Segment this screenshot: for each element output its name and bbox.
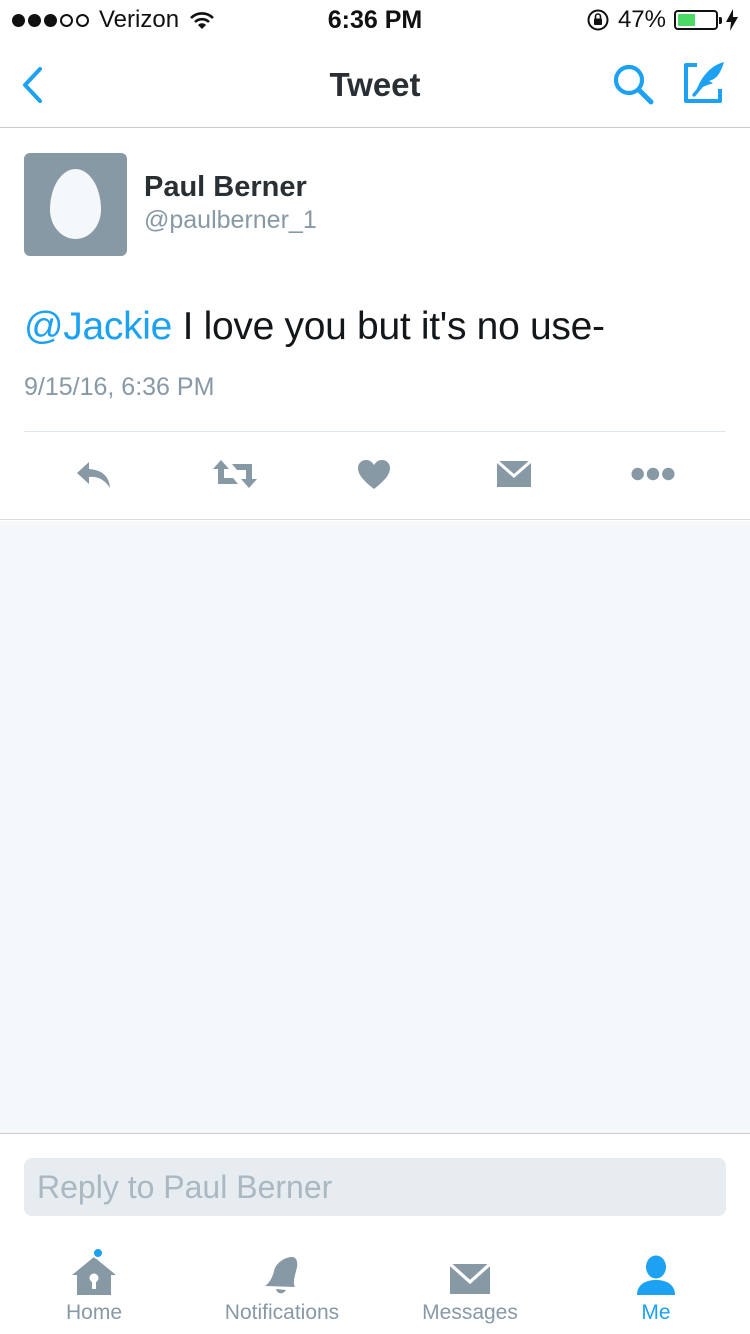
person-icon xyxy=(637,1255,675,1295)
mention-link[interactable]: @Jackie xyxy=(24,305,172,348)
tab-notifications[interactable]: Notifications xyxy=(212,1233,352,1334)
direct-message-icon xyxy=(496,459,532,487)
envelope-icon xyxy=(448,1262,492,1294)
charging-bolt-icon xyxy=(726,9,738,31)
tab-label: Me xyxy=(641,1301,671,1324)
tab-label: Messages xyxy=(422,1301,518,1324)
more-icon xyxy=(631,467,675,481)
tab-messages[interactable]: Messages xyxy=(410,1233,530,1334)
reply-icon xyxy=(77,462,110,488)
tab-bar: Home Notifications Messages Me xyxy=(0,1233,750,1334)
tweet-text: @Jackie I love you but it's no use- xyxy=(24,305,605,349)
like-button[interactable] xyxy=(352,454,396,494)
like-icon xyxy=(358,460,390,489)
retweet-icon xyxy=(213,460,257,488)
author-name[interactable]: Paul Berner xyxy=(144,171,307,204)
reply-bar xyxy=(0,1133,750,1233)
tweet-body: I love you but it's no use- xyxy=(172,305,605,348)
navigation-bar: Tweet xyxy=(0,40,750,128)
reply-input[interactable] xyxy=(24,1158,726,1216)
bell-icon xyxy=(265,1257,298,1294)
avatar[interactable] xyxy=(24,153,127,256)
home-badge-dot xyxy=(92,1247,104,1259)
direct-message-button[interactable] xyxy=(492,454,536,494)
battery-info: 47% xyxy=(586,6,738,34)
more-options-button[interactable] xyxy=(631,454,675,494)
reply-button[interactable] xyxy=(73,454,117,494)
battery-percent: 47% xyxy=(617,6,666,33)
tab-label: Notifications xyxy=(224,1301,340,1324)
compose-tweet-button[interactable] xyxy=(683,59,729,110)
tab-label: Home xyxy=(65,1301,123,1324)
search-button[interactable] xyxy=(611,62,655,113)
tweet-detail: Paul Berner @paulberner_1 @Jackie I love… xyxy=(0,129,750,520)
tab-me[interactable]: Me xyxy=(616,1233,696,1334)
compose-icon xyxy=(684,62,724,103)
battery-icon xyxy=(674,10,722,30)
tab-home[interactable]: Home xyxy=(44,1233,144,1334)
default-egg-icon xyxy=(50,169,101,239)
search-icon xyxy=(613,64,654,105)
tweet-timestamp: 9/15/16, 6:36 PM xyxy=(24,373,215,401)
orientation-lock-icon xyxy=(587,9,609,31)
divider xyxy=(24,431,726,432)
retweet-button[interactable] xyxy=(211,454,259,494)
home-icon xyxy=(72,1257,116,1295)
conversation-area xyxy=(0,521,750,1133)
author-handle[interactable]: @paulberner_1 xyxy=(144,206,317,235)
status-bar: Verizon 6:36 PM 47% xyxy=(0,0,750,40)
